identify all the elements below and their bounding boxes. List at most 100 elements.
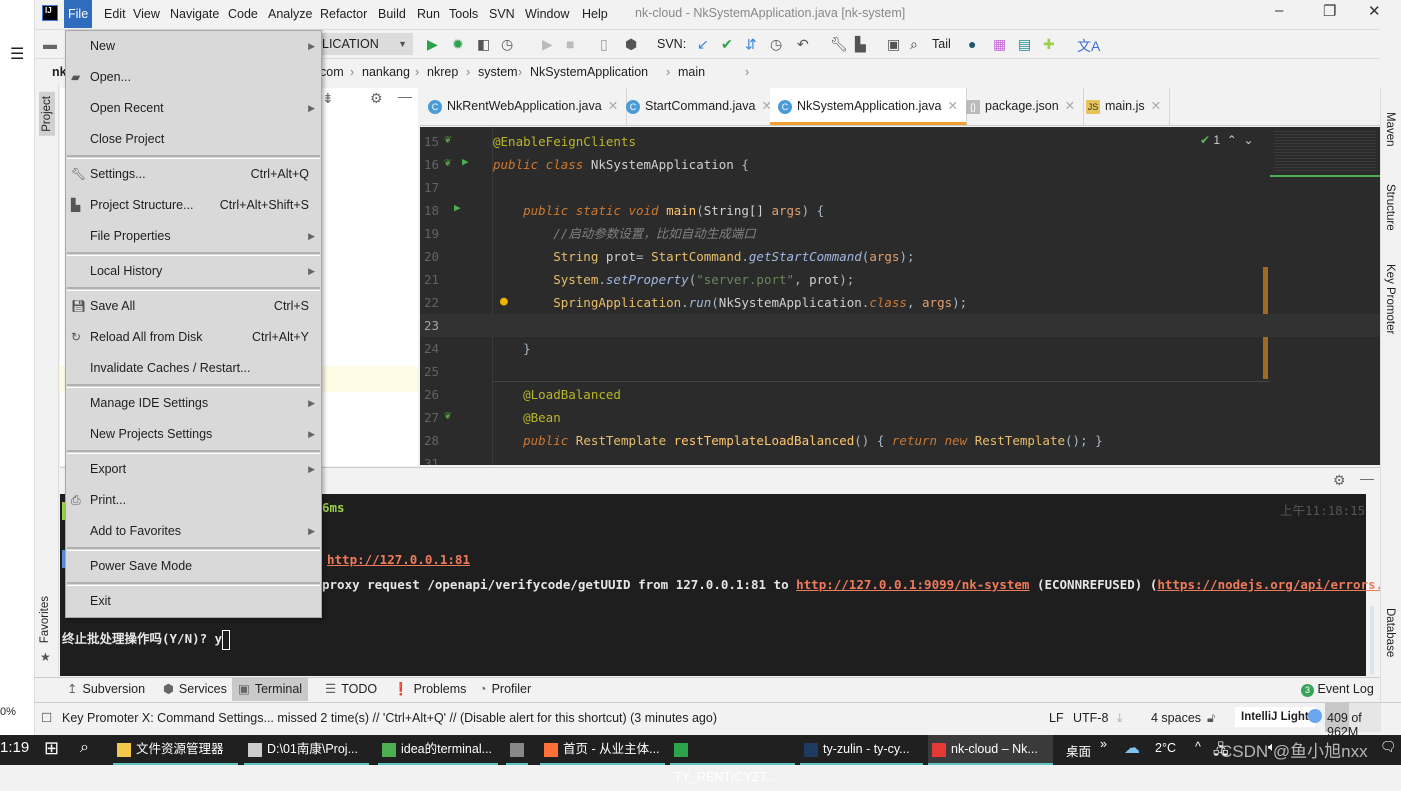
open-folder-icon[interactable]: ▬ — [43, 36, 57, 52]
taskbar-app[interactable]: TY_RENT/CYZT... — [670, 735, 795, 784]
windows-start-icon[interactable]: ⊞ — [44, 738, 59, 759]
menu-run[interactable]: Run — [413, 4, 444, 24]
file-menu-item-open-recent[interactable]: Open Recent ▶ — [66, 93, 321, 124]
editor-tab[interactable]: C StartCommand.java ✕ — [618, 88, 781, 125]
event-log-button[interactable]: 3 Event Log — [1301, 682, 1374, 697]
code-line[interactable]: 21 System.setProperty("server.port", pro… — [420, 268, 1380, 291]
menu-analyze[interactable]: Analyze — [264, 4, 316, 24]
wrench-icon[interactable]: 🔧︎ — [830, 36, 848, 53]
terminal-hide-icon[interactable]: — — [1360, 470, 1374, 486]
file-encoding[interactable]: UTF-8 — [1073, 711, 1108, 725]
file-menu-item-export[interactable]: Export ▶ — [66, 454, 321, 485]
terminal-icon[interactable]: ▣ — [887, 36, 900, 53]
chevron-right-icon[interactable]: » — [1100, 737, 1107, 751]
file-menu-item-new-projects-settings[interactable]: New Projects Settings ▶ — [66, 419, 321, 450]
lock-icon[interactable]: 🔓︎ — [1207, 711, 1215, 726]
taskbar-app[interactable]: 文件资源管理器 — [113, 735, 238, 765]
code-line[interactable]: 25 — [420, 360, 1380, 383]
menu-build[interactable]: Build — [374, 4, 410, 24]
favorites-tool-button[interactable]: Favorites — [39, 596, 51, 643]
svn-update-icon[interactable]: ↙ — [697, 36, 709, 53]
close-tab-icon[interactable]: ✕ — [948, 99, 958, 113]
terminal-prompt[interactable]: 终止批处理操作吗(Y/N)? y — [62, 628, 231, 650]
taskbar-app[interactable]: nk-cloud – Nk... — [928, 735, 1053, 765]
terminal-link-nodejs-errors[interactable]: https://nodejs.org/api/errors.html#err — [1157, 577, 1401, 592]
code-line[interactable]: 20 String prot= StartCommand.getStartCom… — [420, 245, 1380, 268]
file-menu-item-reload-all-from-disk[interactable]: ↻ Reload All from Disk Ctrl+Alt+Y — [66, 322, 321, 353]
menu-view[interactable]: View — [129, 4, 164, 24]
run-icon[interactable]: ▶ — [427, 36, 438, 53]
close-tab-icon[interactable]: ✕ — [1065, 99, 1075, 113]
project-tool-button[interactable]: Project — [39, 92, 55, 136]
gear-icon[interactable]: ⚙ — [370, 90, 383, 107]
file-menu-item-close-project[interactable]: Close Project — [66, 124, 321, 155]
taskbar-app[interactable]: ty-zulin - ty-cy... — [800, 735, 923, 765]
code-line[interactable]: 19 //启动参数设置，比如自动生成端口 — [420, 222, 1380, 245]
close-tab-icon[interactable]: ✕ — [608, 99, 618, 113]
tool-tab-terminal[interactable]: ▣ Terminal — [232, 678, 309, 701]
plugin-icon-1[interactable]: ● — [968, 36, 976, 52]
menu-navigate[interactable]: Navigate — [166, 4, 223, 24]
search-icon[interactable]: ⌕ — [80, 739, 89, 757]
plugin-icon-3[interactable]: ▤ — [1018, 36, 1031, 53]
breadcrumb-item[interactable]: nankang — [362, 60, 410, 84]
minimize-button[interactable]: – — [1275, 2, 1283, 19]
breadcrumb-item[interactable]: nkrep — [427, 60, 458, 84]
menu-svn[interactable]: SVN — [485, 4, 519, 24]
taskbar-app[interactable] — [506, 735, 528, 765]
menu-tools[interactable]: Tools — [445, 4, 482, 24]
code-line[interactable]: 16 public class NkSystemApplication { — [420, 153, 1380, 176]
device-icon[interactable]: ▯ — [600, 36, 608, 53]
profile-icon[interactable]: ◷ — [501, 36, 513, 53]
spring-bean-icon[interactable]: ❦ — [444, 408, 451, 422]
coverage-icon[interactable]: ◧ — [477, 36, 490, 53]
code-line[interactable]: 24 } — [420, 337, 1380, 360]
tool-tab-todo[interactable]: ☰ TODO — [319, 678, 383, 701]
taskbar-app[interactable]: 首页 - 从业主体... — [540, 735, 665, 765]
code-line[interactable]: 22 SpringApplication.run(NkSystemApplica… — [420, 291, 1380, 314]
close-tab-icon[interactable]: ✕ — [1151, 99, 1161, 113]
file-menu-item-add-to-favorites[interactable]: Add to Favorites ▶ — [66, 516, 321, 547]
tail-button[interactable]: Tail — [932, 37, 951, 51]
theme-indicator[interactable]: IntelliJ Light — [1235, 707, 1315, 727]
file-menu-item-open[interactable]: ▰ Open... — [66, 62, 321, 93]
menu-help[interactable]: Help — [578, 4, 612, 24]
revert-icon[interactable]: ↶ — [797, 36, 809, 53]
svn-commit-icon[interactable]: ✔ — [721, 36, 733, 53]
file-menu-item-settings[interactable]: 🔧︎ Settings... Ctrl+Alt+Q — [66, 159, 321, 190]
breadcrumb-item[interactable]: system — [478, 60, 518, 84]
line-separator[interactable]: LF — [1049, 711, 1064, 725]
hamburger-icon[interactable]: ☰ — [10, 44, 24, 64]
plugin-icon-2[interactable]: ▦ — [993, 36, 1006, 53]
run-gutter-icon[interactable]: ▶ — [462, 155, 469, 168]
menu-edit[interactable]: Edit — [100, 4, 130, 24]
memory-indicator[interactable]: 409 of 962M — [1325, 703, 1381, 739]
code-line[interactable]: 27 @Bean — [420, 406, 1380, 429]
status-toggle-icon[interactable]: ☐ — [41, 710, 52, 725]
breadcrumb-item[interactable]: main — [678, 60, 705, 84]
code-line[interactable]: 26 @LoadBalanced — [420, 383, 1380, 406]
maximize-button[interactable]: ❐ — [1323, 2, 1336, 20]
search-icon[interactable]: ⌕ — [910, 36, 918, 53]
right-tool-structure[interactable]: Structure — [1384, 184, 1396, 231]
menu-window[interactable]: Window — [521, 4, 573, 24]
file-menu-item-exit[interactable]: Exit — [66, 586, 321, 617]
taskbar-app[interactable]: idea的terminal... — [378, 735, 498, 765]
tool-tab-services[interactable]: ⬢ Services — [157, 678, 233, 701]
run-gutter-icon[interactable]: ▶ — [454, 201, 461, 214]
breadcrumb-item[interactable]: com — [320, 60, 344, 84]
translate-icon[interactable]: 文A — [1077, 36, 1100, 56]
editor-tab[interactable]: {} package.json ✕ — [958, 88, 1085, 125]
breadcrumb-item[interactable]: NkSystemApplication — [530, 60, 648, 84]
menu-refactor[interactable]: Refactor — [316, 4, 371, 24]
terminal-scrollbar[interactable] — [1370, 606, 1374, 674]
right-tool-maven[interactable]: Maven — [1384, 112, 1396, 147]
code-line[interactable]: 31 — [420, 452, 1380, 465]
file-menu-item-invalidate-caches-restart[interactable]: Invalidate Caches / Restart... — [66, 353, 321, 384]
code-line[interactable]: 17 — [420, 176, 1380, 199]
taskbar-app[interactable]: D:\01南康\Proj... — [244, 735, 369, 765]
file-menu-item-save-all[interactable]: 💾︎ Save All Ctrl+S — [66, 291, 321, 322]
debug-icon[interactable]: ✹ — [452, 36, 464, 53]
run-configuration-select[interactable]: LICATION ▼ — [318, 33, 413, 55]
code-line[interactable]: 18 public static void main(String[] args… — [420, 199, 1380, 222]
